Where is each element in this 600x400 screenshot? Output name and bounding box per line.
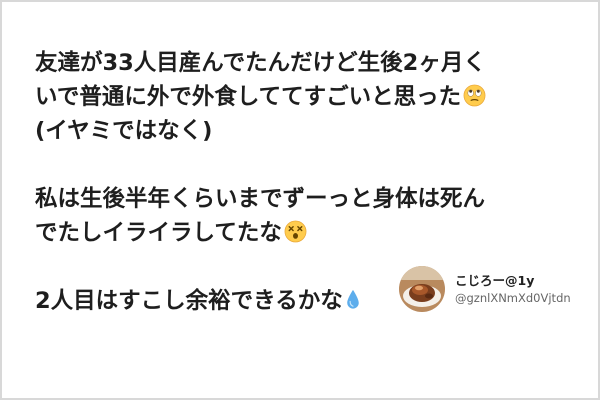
post-line: 私は生後半年くらいまでずーっと身体は死ん xyxy=(35,186,486,212)
post-line: (イヤミではなく) xyxy=(35,118,213,144)
droplet-emoji-icon xyxy=(345,288,361,311)
post-line: 友達が33人目産んでたんだけど生後2ヶ月く xyxy=(35,50,486,76)
profile-card[interactable]: こじろー@1y @gznlXNmXd0Vjtdn xyxy=(399,266,589,316)
post-line-text: いで普通に外で外食しててすごいと思った xyxy=(35,84,462,110)
dizzy-face-emoji-icon xyxy=(284,220,307,243)
avatar[interactable] xyxy=(399,266,445,312)
screenshot-frame: 友達が33人目産んでたんだけど生後2ヶ月く いで普通に外で外食しててすごいと思っ… xyxy=(0,0,600,400)
post-line-text: 2人目はすこし余裕できるかな xyxy=(35,288,343,314)
display-name[interactable]: こじろー@1y xyxy=(455,270,534,289)
post-line-text: でたしイライラしてたな xyxy=(35,220,282,246)
post-line: いで普通に外で外食しててすごいと思った xyxy=(35,80,575,114)
post-line: でたしイライラしてたな xyxy=(35,216,575,250)
dessert-photo-avatar-icon xyxy=(399,266,445,312)
user-handle[interactable]: @gznlXNmXd0Vjtdn xyxy=(455,291,571,305)
eye-roll-emoji-icon xyxy=(463,84,486,107)
